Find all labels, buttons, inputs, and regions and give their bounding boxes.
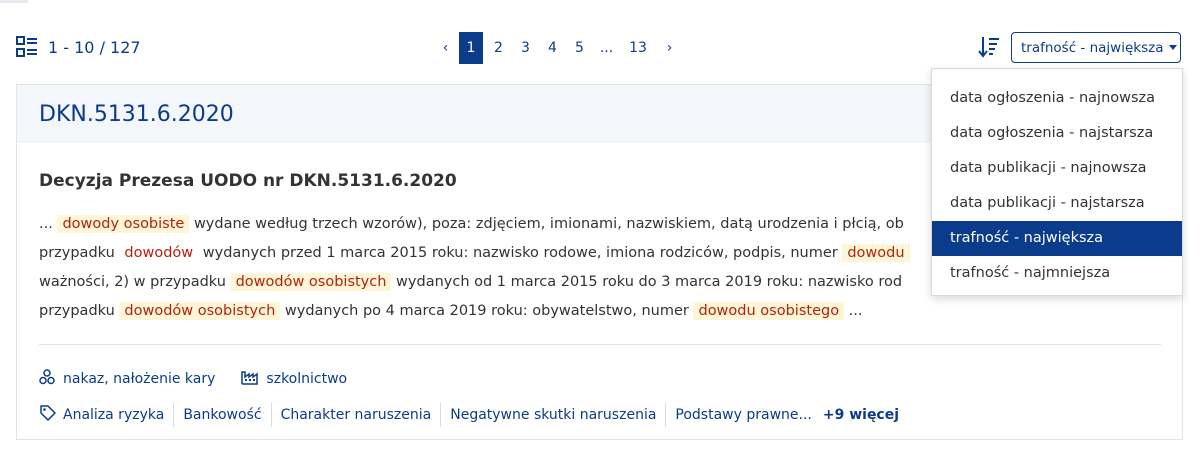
tag-item[interactable]: Bankowość: [173, 403, 270, 427]
snippet-text: wydanych od 1 marca 2015 roku do 3 marca…: [396, 274, 903, 290]
results-range: 1 - 10 / 127: [48, 37, 141, 57]
sort-selected-value: trafność - największa: [1021, 39, 1164, 56]
sort-dropdown-menu: data ogłoszenia - najnowsza data ogłosze…: [931, 68, 1183, 296]
sanctions-icon: [39, 369, 55, 389]
snippet-text: ...: [848, 303, 863, 319]
highlight: dowodów osobistych: [119, 302, 281, 320]
snippet-text: wydane według trzech wzorów), poza: zdję…: [193, 216, 904, 232]
factory-icon: [241, 369, 259, 389]
sort-option[interactable]: data publikacji - najnowsza: [932, 151, 1182, 186]
highlight: dowodu: [842, 244, 910, 262]
sort-order-icon[interactable]: [977, 35, 1001, 63]
page-2[interactable]: 2: [485, 32, 512, 64]
meta-row: nakaz, nałożenie kary szkolnictwo: [39, 369, 1160, 389]
caret-down-icon: [1169, 45, 1178, 50]
tag-item[interactable]: Analiza ryzyka: [57, 403, 173, 427]
highlight: dowodów osobistych: [230, 273, 392, 291]
case-id-link[interactable]: DKN.5131.6.2020: [39, 102, 234, 127]
snippet-text: ...: [39, 216, 53, 232]
tags-row: Analiza ryzyka Bankowość Charakter narus…: [39, 403, 1160, 427]
highlight: dowodu osobistego: [693, 302, 845, 320]
snippet-line: przypadku dowodów osobistych wydanych po…: [39, 297, 1139, 326]
tag-icon: [39, 404, 57, 426]
sort-option[interactable]: data ogłoszenia - najstarsza: [932, 116, 1182, 151]
sort-option[interactable]: trafność - najmniejsza: [932, 256, 1182, 291]
highlight: dowody osobiste: [57, 215, 190, 233]
sort-option[interactable]: data publikacji - najstarsza: [932, 186, 1182, 221]
next-page-button[interactable]: ›: [656, 32, 683, 64]
sort-option[interactable]: data ogłoszenia - najnowsza: [932, 81, 1182, 116]
tag-item[interactable]: Negatywne skutki naruszenia: [440, 403, 665, 427]
pagination: ‹ 1 2 3 4 5 ... 13 ›: [432, 32, 683, 64]
snippet-text: wydanych po 4 marca 2019 roku: obywatels…: [284, 303, 689, 319]
tag-item[interactable]: Podstawy prawne...: [665, 403, 820, 427]
page-1[interactable]: 1: [459, 32, 483, 64]
page-3[interactable]: 3: [512, 32, 539, 64]
sanctions-label[interactable]: nakaz, nałożenie kary: [63, 371, 215, 387]
page-5[interactable]: 5: [566, 32, 593, 64]
highlight: dowodów: [124, 245, 194, 261]
prev-page-button[interactable]: ‹: [432, 32, 459, 64]
top-tab-edge: [0, 0, 28, 3]
page-ellipsis: ...: [599, 40, 614, 56]
sort-option-selected[interactable]: trafność - największa: [932, 221, 1182, 256]
page-13[interactable]: 13: [620, 32, 656, 64]
tag-item[interactable]: Charakter naruszenia: [270, 403, 441, 427]
snippet-text: przypadku: [39, 303, 115, 319]
snippet-text: wydanych przed 1 marca 2015 roku: nazwis…: [202, 245, 838, 261]
page-4[interactable]: 4: [539, 32, 566, 64]
list-view-icon[interactable]: [16, 36, 38, 58]
snippet-text: ważności, 2) w przypadku: [39, 274, 226, 290]
results-summary: 1 - 10 / 127: [16, 36, 141, 58]
sector-label[interactable]: szkolnictwo: [266, 371, 347, 387]
results-toolbar: 1 - 10 / 127 ‹ 1 2 3 4 5 ... 13 › trafno…: [0, 0, 1200, 70]
divider: [39, 344, 1161, 345]
sort-select[interactable]: trafność - największa: [1011, 32, 1181, 63]
snippet-text: przypadku: [39, 245, 115, 261]
more-tags-button[interactable]: +9 więcej: [823, 407, 899, 423]
